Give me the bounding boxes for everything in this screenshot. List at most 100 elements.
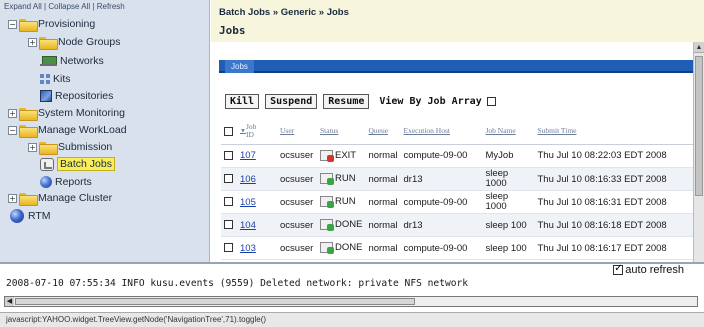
job-done-icon	[320, 219, 334, 231]
tree-node-networks[interactable]: Networks	[40, 53, 104, 69]
repository-icon	[40, 90, 52, 102]
tree-node-label: System Monitoring	[38, 107, 125, 119]
column-job-name[interactable]: Job Name	[482, 118, 535, 145]
row-checkbox-cell	[221, 236, 237, 260]
row-checkbox[interactable]	[224, 151, 233, 161]
expand-icon[interactable]: +	[8, 108, 17, 118]
job-running-icon	[320, 196, 334, 208]
reports-icon	[40, 176, 52, 188]
rtm-icon	[10, 209, 24, 223]
job-name-cell: sleep 100	[482, 236, 535, 260]
page-header: Batch Jobs » Generic » Jobs Jobs	[211, 0, 704, 42]
tree-node-label: Provisioning	[38, 18, 96, 30]
table-row: 106 ocsuser RUN normal dr13 sleep 1000 T…	[221, 167, 695, 191]
select-all-header	[221, 118, 237, 145]
expand-icon[interactable]: +	[28, 142, 37, 152]
status-text: DONE	[335, 219, 363, 230]
select-all-checkbox[interactable]	[224, 126, 233, 136]
column-submit-time[interactable]: Submit Time	[534, 118, 695, 145]
tree-node-label: Manage WorkLoad	[38, 124, 127, 136]
host-cell: compute-09-00	[400, 236, 483, 260]
scroll-left-icon[interactable]: ◀	[5, 297, 14, 306]
status-cell: DONE	[317, 237, 366, 260]
main-content: Batch Jobs » Generic » Jobs Jobs Jobs Ki…	[211, 0, 704, 262]
collapse-all-link[interactable]: Collapse All	[48, 2, 90, 11]
job-id-link[interactable]: 107	[240, 150, 256, 161]
submit-time-text: Thu Jul 10 08:22:03 EDT 2008	[537, 150, 667, 162]
tree-node-label: Batch Jobs	[57, 157, 115, 171]
auto-refresh-checkbox[interactable]	[613, 263, 624, 275]
kill-button[interactable]: Kill	[225, 93, 260, 109]
tree-node-rtm[interactable]: RTM	[10, 208, 51, 224]
user-cell: ocsuser	[277, 167, 317, 191]
tree-node-submission[interactable]: + Submission	[28, 139, 112, 155]
main-vertical-scrollbar[interactable]: ▲	[693, 42, 704, 262]
job-id-link[interactable]: 106	[240, 174, 256, 185]
status-cell: DONE	[317, 213, 366, 237]
resume-button[interactable]: Resume	[323, 93, 370, 109]
event-log-panel: auto refresh 2008-07-10 07:55:34 INFO ku…	[0, 262, 704, 327]
auto-refresh-toggle[interactable]: auto refresh	[613, 263, 684, 276]
queue-cell: normal	[365, 190, 401, 214]
batch-jobs-icon	[40, 157, 54, 171]
toolbar-separator: |	[92, 2, 95, 11]
job-name-cell: sleep 1000	[482, 167, 535, 191]
column-queue[interactable]: Queue	[365, 118, 401, 145]
status-cell: RUN	[317, 167, 366, 191]
host-cell: compute-09-00	[400, 190, 483, 214]
tree-node-manage-cluster[interactable]: + Manage Cluster	[8, 190, 112, 206]
scrollbar-thumb[interactable]	[15, 298, 415, 305]
submit-time-cell: Thu Jul 10 08:16:17 EDT 2008	[534, 236, 695, 260]
expand-icon[interactable]: +	[28, 37, 37, 47]
tree-node-reports[interactable]: Reports	[40, 174, 92, 190]
host-cell: dr13	[400, 167, 483, 191]
scrollbar-thumb[interactable]	[695, 56, 703, 196]
submit-time-cell: Thu Jul 10 08:16:33 EDT 2008	[534, 167, 695, 191]
job-id-link[interactable]: 105	[240, 197, 256, 208]
collapse-icon[interactable]: −	[8, 19, 17, 29]
row-checkbox[interactable]	[224, 243, 233, 253]
tree-node-label: Submission	[58, 141, 113, 153]
row-checkbox[interactable]	[224, 197, 233, 207]
job-id-cell: 107	[237, 144, 277, 168]
column-status[interactable]: Status	[317, 118, 366, 145]
expand-all-link[interactable]: Expand All	[4, 2, 42, 11]
view-by-job-array-checkbox[interactable]	[486, 96, 496, 106]
table-row: 105 ocsuser RUN normal compute-09-00 sle…	[221, 190, 695, 214]
row-checkbox[interactable]	[224, 174, 233, 184]
tree-node-kits[interactable]: Kits	[40, 71, 71, 87]
table-row: 103 ocsuser DONE normal compute-09-00 sl…	[221, 236, 695, 260]
column-user[interactable]: User	[277, 118, 317, 145]
row-checkbox[interactable]	[224, 220, 233, 230]
breadcrumb: Batch Jobs » Generic » Jobs	[219, 7, 349, 18]
status-cell: EXIT	[317, 145, 366, 168]
tree-node-label: RTM	[28, 210, 51, 222]
job-id-link[interactable]: 103	[240, 243, 256, 254]
job-name-text: sleep 1000	[485, 191, 509, 212]
tree-node-label: Kits	[53, 73, 71, 85]
column-execution-host[interactable]: Execution Host	[400, 118, 483, 145]
tab-jobs[interactable]: Jobs	[225, 60, 254, 73]
queue-cell: normal	[365, 144, 401, 168]
status-text: RUN	[335, 196, 356, 207]
collapse-icon[interactable]: −	[8, 125, 17, 135]
tree-node-repositories[interactable]: Repositories	[40, 88, 113, 104]
refresh-link[interactable]: Refresh	[97, 2, 125, 11]
host-cell: dr13	[400, 213, 483, 237]
tree-toolbar: Expand All | Collapse All | Refresh	[0, 0, 209, 14]
tree-node-system-monitoring[interactable]: + System Monitoring	[8, 105, 125, 121]
scroll-up-icon[interactable]: ▲	[694, 42, 704, 53]
log-horizontal-scrollbar[interactable]: ◀	[4, 296, 698, 307]
row-checkbox-cell	[221, 213, 237, 237]
job-id-link[interactable]: 104	[240, 220, 256, 231]
table-header-row: ▼Job ID User Status Queue Execution Host…	[221, 118, 695, 145]
tree-node-batch-jobs[interactable]: Batch Jobs	[40, 156, 115, 172]
tree-node-node-groups[interactable]: + Node Groups	[28, 34, 120, 50]
tree-node-provisioning[interactable]: − Provisioning	[8, 16, 95, 32]
suspend-button[interactable]: Suspend	[265, 93, 318, 109]
tree-node-label: Manage Cluster	[38, 192, 113, 204]
column-job-id[interactable]: ▼Job ID	[237, 118, 277, 145]
expand-icon[interactable]: +	[8, 193, 17, 203]
tree-node-manage-workload[interactable]: − Manage WorkLoad	[8, 122, 127, 138]
row-checkbox-cell	[221, 190, 237, 214]
